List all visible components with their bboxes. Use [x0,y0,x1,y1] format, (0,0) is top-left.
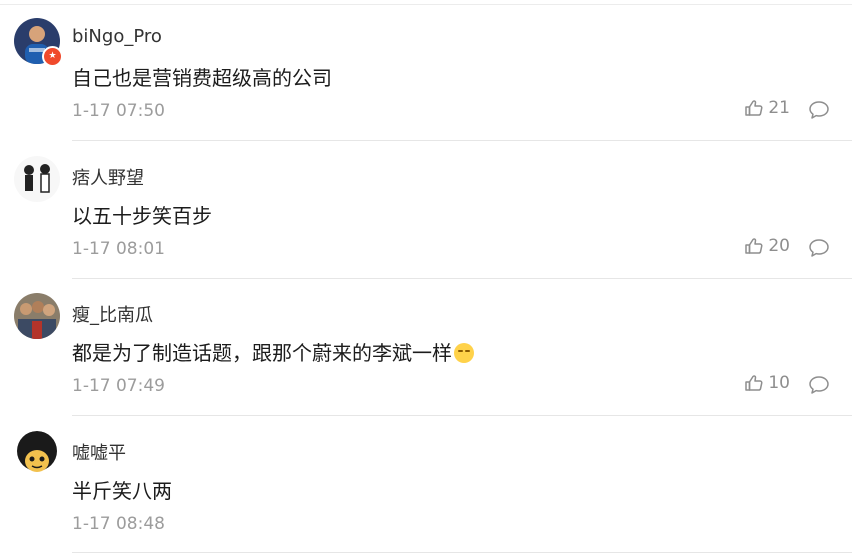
like-count: 21 [768,98,790,118]
avatar[interactable] [14,293,60,339]
avatar[interactable] [14,156,60,202]
comment-item: ★ biNgo_Pro 自己也是营销费超级高的公司 1-17 07:50 21 [0,0,852,137]
thumbs-up-icon [744,236,764,256]
like-button[interactable]: 20 [744,236,790,256]
like-button[interactable]: 21 [744,98,790,118]
timestamp: 1-17 07:50 [72,101,165,121]
timestamp: 1-17 08:48 [72,514,165,534]
comment-item: 痞人野望 以五十步笑百步 1-17 08:01 20 [0,138,852,275]
thumbs-up-icon [744,98,764,118]
comment-text: 都是为了制造话题，跟那个蔚来的李斌一样 [72,337,474,366]
comment-text: 自己也是营销费超级高的公司 [72,66,332,90]
username[interactable]: 嘘嘘平 [72,439,126,465]
username[interactable]: 瘦_比南瓜 [72,301,153,327]
timestamp: 1-17 07:49 [72,376,165,396]
comment-text: 半斤笑八两 [72,479,172,503]
username[interactable]: biNgo_Pro [72,26,162,47]
username[interactable]: 痞人野望 [72,164,144,190]
comment-bubble-icon[interactable] [808,238,830,258]
timestamp: 1-17 08:01 [72,239,165,259]
verified-badge-icon: ★ [42,46,63,67]
comment-item: 瘦_比南瓜 都是为了制造话题，跟那个蔚来的李斌一样 1-17 07:49 10 [0,275,852,412]
thumbs-up-icon [744,373,764,393]
like-button[interactable]: 10 [744,373,790,393]
divider [72,552,852,553]
smile-emoji-icon [454,343,474,363]
comment-item: 嘘嘘平 半斤笑八两 1-17 08:48 [0,413,852,550]
comment-bubble-icon[interactable] [808,100,830,120]
like-count: 20 [768,236,790,256]
comment-text: 以五十步笑百步 [72,204,212,228]
like-count: 10 [768,373,790,393]
avatar[interactable] [14,431,60,477]
comment-bubble-icon[interactable] [808,375,830,395]
